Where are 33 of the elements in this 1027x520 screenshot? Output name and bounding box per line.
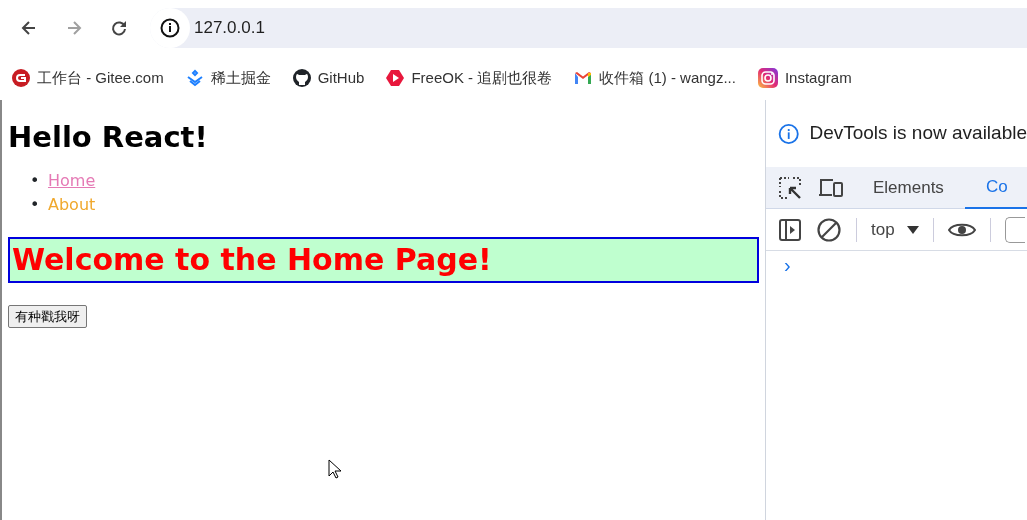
bookmark[interactable]: 工作台 - Gitee.com: [12, 66, 164, 90]
bookmark[interactable]: 收件箱 (1) - wangz...: [574, 66, 736, 90]
page-heading: Hello React!: [8, 120, 209, 155]
list-bullet: •: [30, 193, 41, 216]
devtools-tab[interactable]: Elements: [852, 166, 965, 209]
list-bullet: •: [30, 169, 41, 192]
sidebar-icon[interactable]: [778, 217, 802, 242]
console-prompt: ›: [783, 253, 792, 278]
mail-icon: [574, 69, 593, 87]
inspect-icon[interactable]: [778, 175, 802, 200]
caret-icon: [906, 225, 919, 234]
reload-icon: [110, 19, 128, 37]
clear-icon[interactable]: [816, 216, 842, 243]
mouse-cursor-icon: [328, 459, 342, 479]
welcome-banner: Welcome to the Home Page!: [8, 236, 759, 283]
address-bar[interactable]: 127.0.0.1: [150, 8, 1027, 48]
devtools-notice: DevTools is now available: [809, 121, 1027, 146]
bookmark[interactable]: 稀土掘金: [185, 66, 271, 90]
page-button[interactable]: 有种戳我呀: [8, 304, 87, 329]
bookmark[interactable]: Instagram: [757, 66, 852, 90]
bookmark[interactable]: GitHub: [292, 66, 365, 90]
filter-field[interactable]: [1004, 216, 1025, 243]
back-arrow-icon: [20, 19, 38, 37]
info-icon[interactable]: [160, 18, 180, 38]
play-icon: [386, 69, 405, 87]
bookmark[interactable]: FreeOK - 追剧也很卷: [386, 66, 553, 90]
camera-icon: [757, 68, 778, 88]
device-icon[interactable]: [818, 176, 844, 199]
chevron-logo-icon: [185, 69, 204, 87]
devtools-tab[interactable]: Co: [964, 166, 1027, 209]
forward-arrow-icon: [65, 19, 83, 37]
context-dropdown[interactable]: top: [871, 216, 919, 243]
logo-icon: [12, 69, 30, 87]
